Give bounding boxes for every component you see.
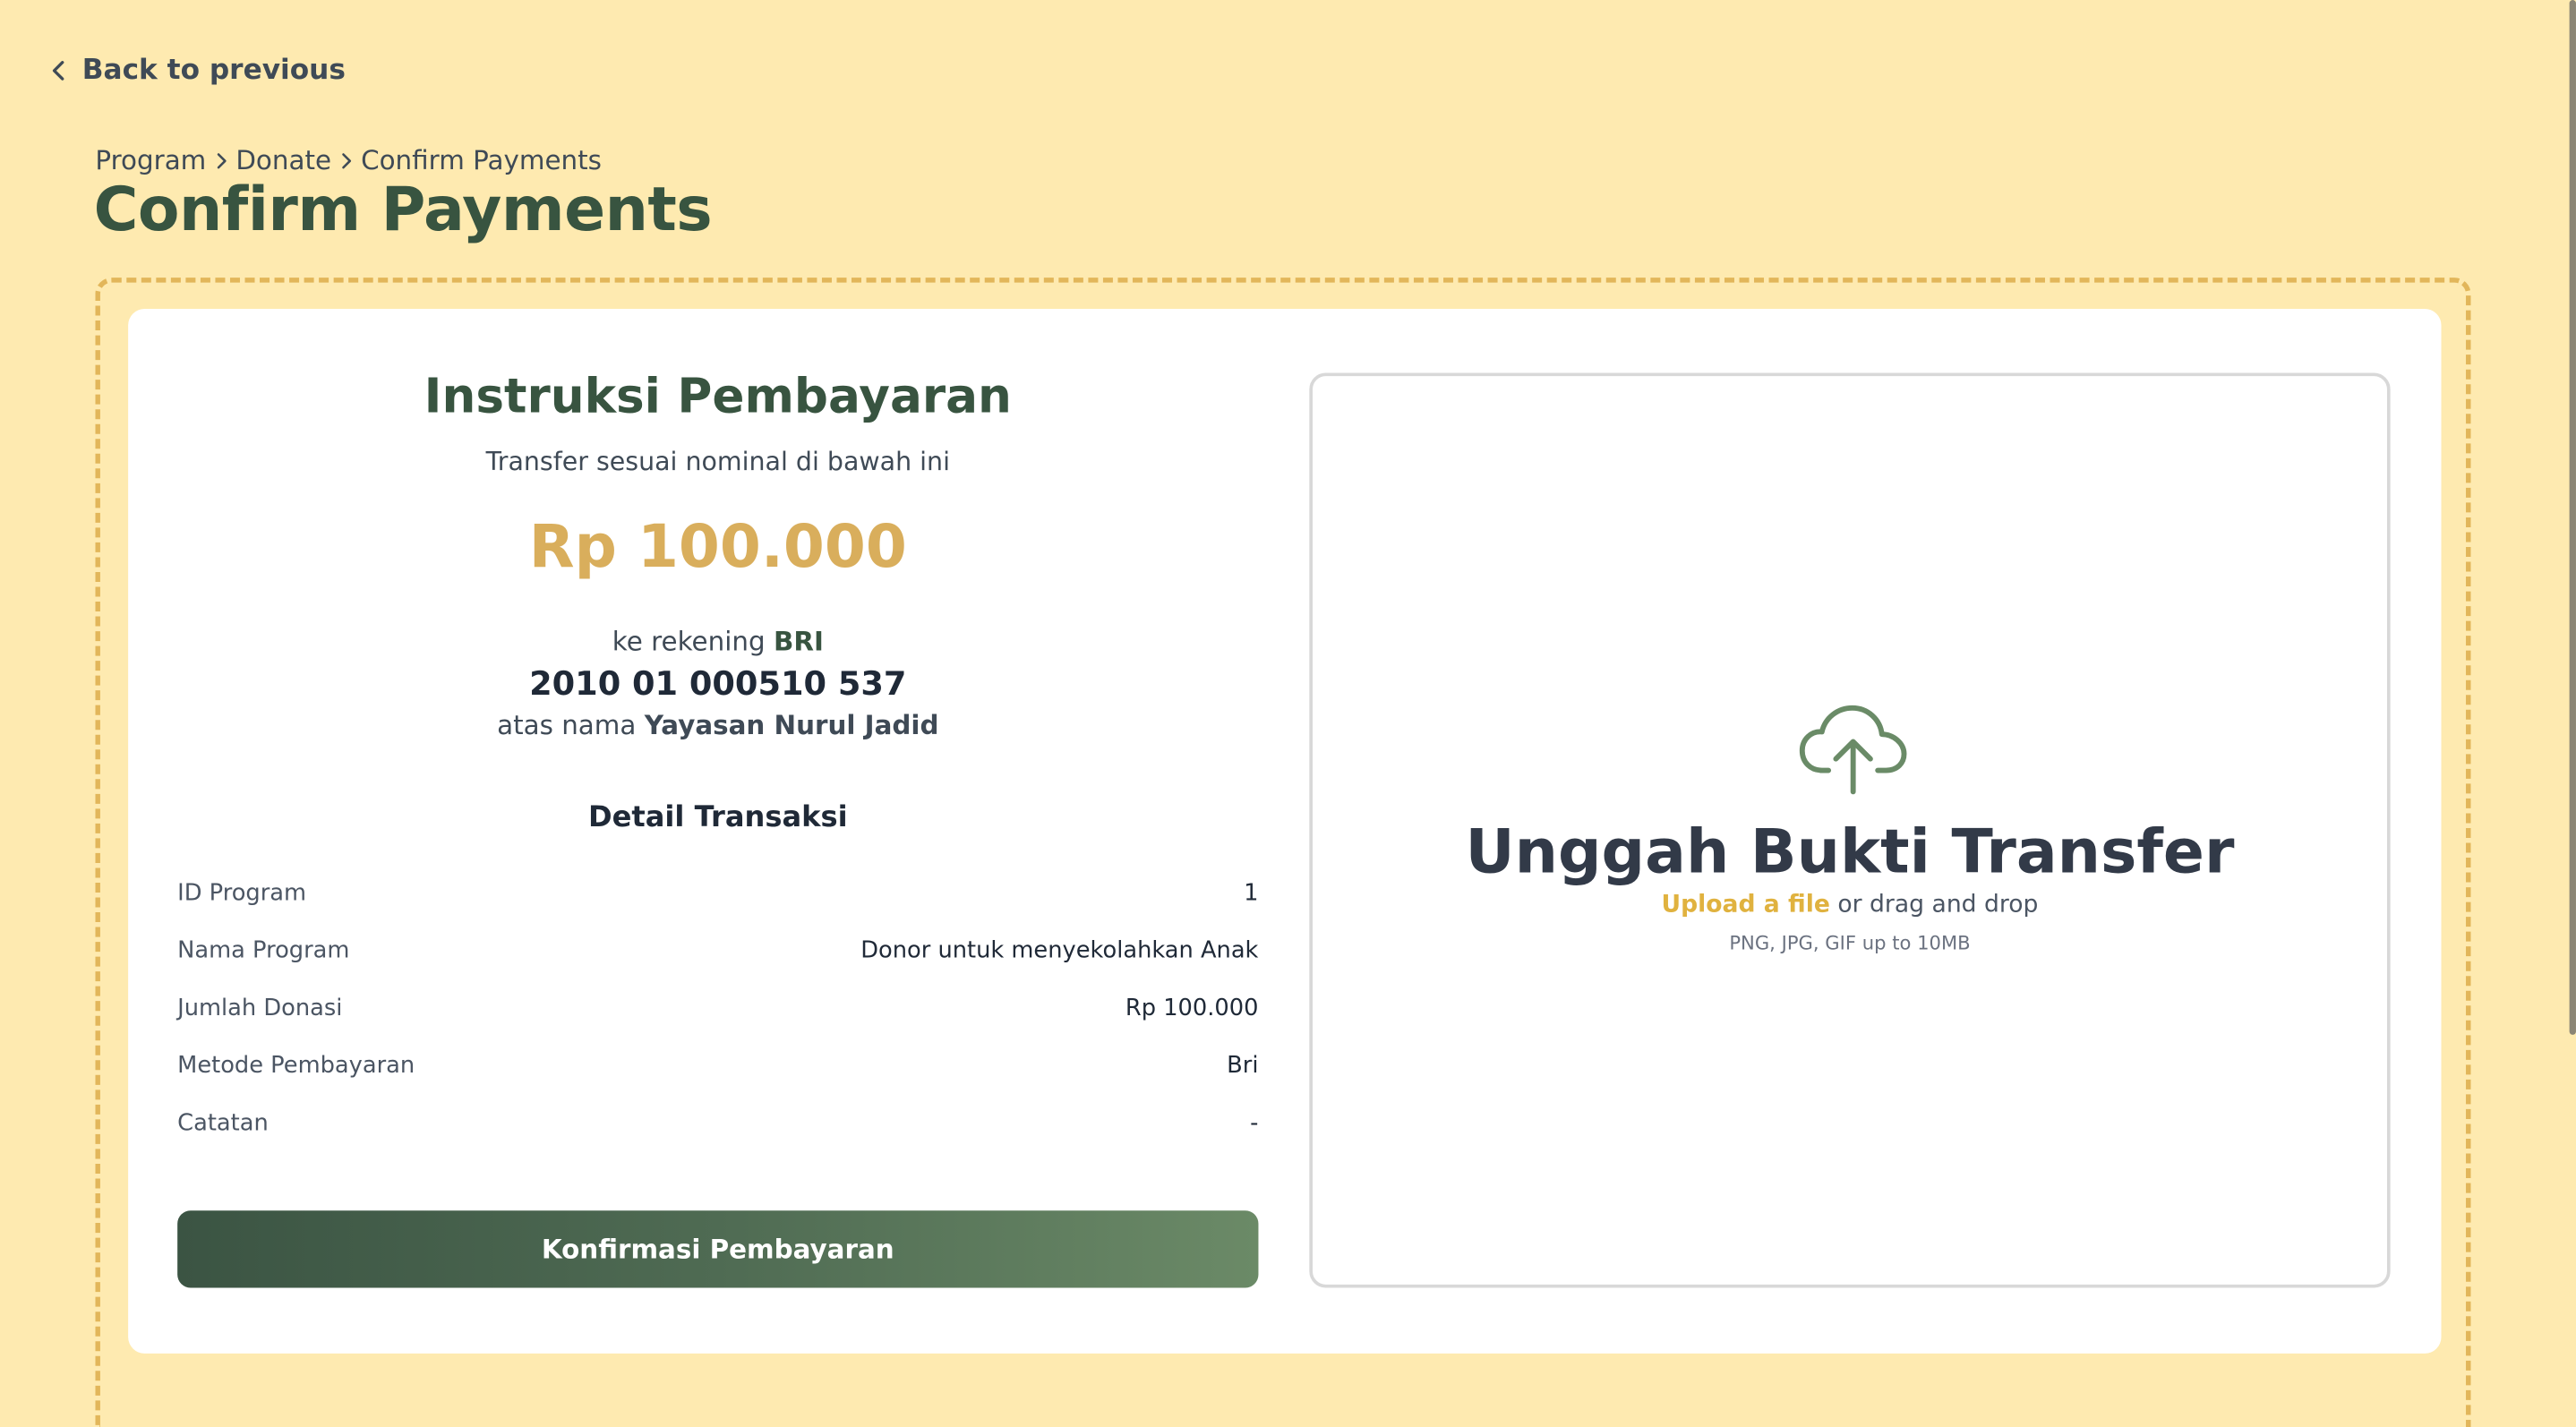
upload-dropzone[interactable]: Unggah Bukti Transfer Upload a file or d… (1309, 372, 2391, 1288)
holder-prefix: atas nama (497, 709, 637, 741)
detail-label: Metode Pembayaran (177, 1053, 415, 1080)
detail-label: ID Program (177, 879, 307, 907)
bank-name: BRI (773, 626, 824, 657)
instructions-subtitle: Transfer sesuai nominal di bawah ini (485, 447, 951, 477)
upload-hint-suffix: or drag and drop (1829, 892, 2039, 919)
cloud-upload-icon (1799, 705, 1907, 795)
bank-line: ke rekening BRI (177, 626, 1258, 657)
account-number: 2010 01 000510 537 (529, 663, 907, 704)
detail-value: 1 (1244, 879, 1259, 907)
chevron-right-icon (341, 152, 351, 168)
chevron-right-icon (216, 152, 226, 168)
detail-label: Catatan (177, 1110, 269, 1138)
upload-formats: PNG, JPG, GIF up to 10MB (1729, 931, 1971, 955)
transaction-details: ID Program 1 Nama Program Donor untuk me… (177, 864, 1258, 1153)
detail-value: Bri (1227, 1053, 1259, 1080)
page-title: Confirm Payments (93, 174, 713, 245)
transfer-amount: Rp 100.000 (528, 514, 907, 582)
detail-title: Detail Transaksi (587, 801, 848, 835)
payment-instructions-panel: Instruksi Pembayaran Transfer sesuai nom… (177, 309, 1258, 1354)
detail-value: Donor untuk menyekolahkan Anak (860, 937, 1259, 964)
upload-title: Unggah Bukti Transfer (1465, 816, 2235, 887)
back-to-previous-link[interactable]: Back to previous (49, 54, 346, 88)
detail-value: - (1250, 1110, 1259, 1138)
detail-value: Rp 100.000 (1125, 995, 1259, 1022)
payment-card: Instruksi Pembayaran Transfer sesuai nom… (128, 308, 2442, 1354)
scrollbar[interactable] (2569, 0, 2576, 1035)
detail-row-jumlah-donasi: Jumlah Donasi Rp 100.000 (177, 979, 1258, 1038)
breadcrumb-donate[interactable]: Donate (235, 144, 331, 175)
upload-hint: Upload a file or drag and drop (1313, 892, 2387, 918)
breadcrumb-confirm-payments[interactable]: Confirm Payments (361, 144, 602, 175)
detail-row-catatan: Catatan - (177, 1095, 1258, 1153)
confirm-payment-button[interactable]: Konfirmasi Pembayaran (177, 1210, 1259, 1288)
breadcrumb: Program Donate Confirm Payments (95, 144, 602, 175)
breadcrumb-program[interactable]: Program (95, 144, 206, 175)
holder-name: Yayasan Nurul Jadid (644, 709, 939, 741)
bank-prefix: ke rekening (612, 626, 766, 657)
back-label: Back to previous (81, 54, 346, 88)
holder-line: atas nama Yayasan Nurul Jadid (177, 710, 1258, 741)
detail-row-metode-pembayaran: Metode Pembayaran Bri (177, 1038, 1258, 1096)
detail-row-id-program: ID Program 1 (177, 864, 1258, 922)
instructions-title: Instruksi Pembayaran (424, 367, 1012, 424)
page: Back to previous Program Donate Confirm … (0, 0, 2576, 1427)
detail-label: Nama Program (177, 937, 350, 964)
detail-label: Jumlah Donasi (177, 995, 343, 1022)
detail-row-nama-program: Nama Program Donor untuk menyekolahkan A… (177, 922, 1258, 980)
chevron-left-icon (52, 61, 64, 81)
upload-file-link[interactable]: Upload a file (1661, 892, 1829, 918)
